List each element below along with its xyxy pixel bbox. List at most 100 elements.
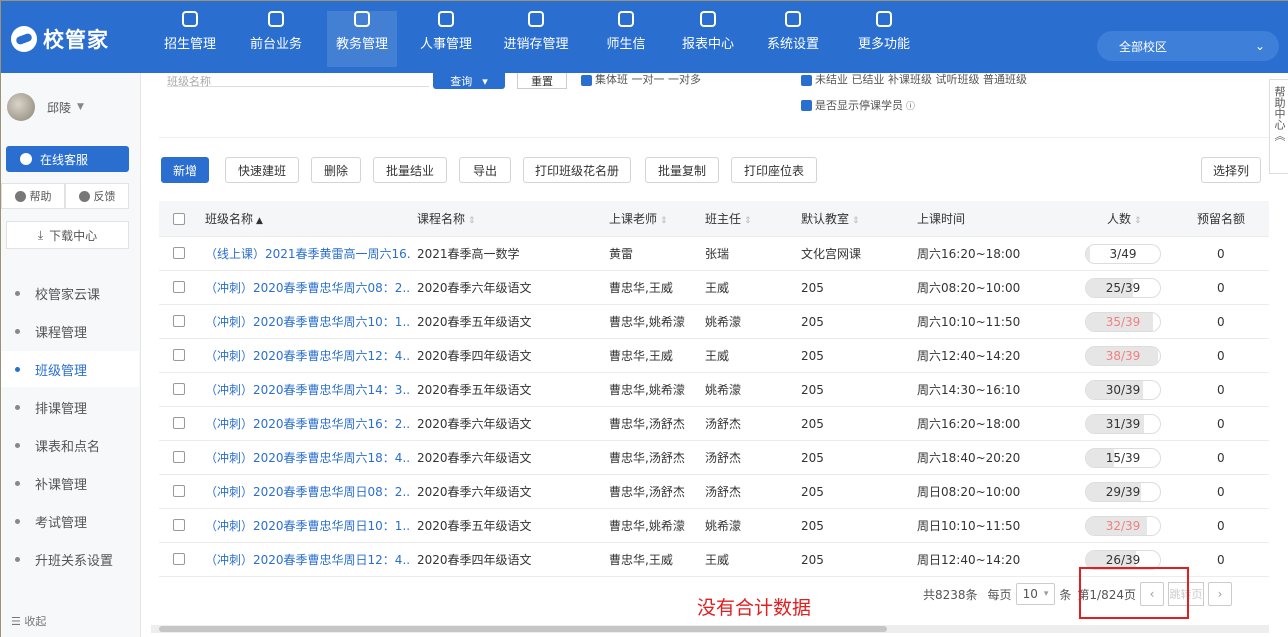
- row-checkbox[interactable]: [173, 315, 185, 327]
- row-checkbox[interactable]: [173, 485, 185, 497]
- print-seat-button[interactable]: 打印座位表: [731, 157, 817, 183]
- col-head-header[interactable]: 班主任 ⇕: [705, 210, 752, 227]
- table-row[interactable]: （冲刺）2020春季曹忠华周六08：2... 2020春季六年级语文 曹忠华,王威 王…: [159, 271, 1269, 305]
- nav-item-0[interactable]: 招生管理: [159, 11, 221, 67]
- class-name-link[interactable]: （冲刺）2020春季曹忠华周六16：2...: [205, 415, 410, 432]
- help-center-tab[interactable]: 帮助中心《: [1269, 79, 1288, 174]
- enrollment-pill: 35/39: [1085, 312, 1161, 332]
- add-button[interactable]: 新增: [161, 157, 209, 183]
- sidebar-item-6[interactable]: 考试管理: [1, 503, 139, 539]
- class-status-label: 未结业 已结业 补课班级 试听班级 普通班级: [815, 73, 1027, 86]
- collapse-label: 收起: [24, 615, 47, 628]
- query-button[interactable]: 查询 ▾: [433, 73, 505, 89]
- head-teacher: 王威: [705, 349, 730, 363]
- class-status-checkboxes[interactable]: 未结业 已结业 补课班级 试听班级 普通班级: [801, 71, 1027, 87]
- col-course-header[interactable]: 课程名称 ⇕: [417, 210, 476, 227]
- online-service-button[interactable]: 在线客服: [6, 146, 129, 172]
- sidebar-item-3[interactable]: 排课管理: [1, 389, 139, 425]
- col-name-header[interactable]: 班级名称 ▲: [205, 210, 263, 227]
- download-center-button[interactable]: ⤓ 下载中心: [6, 221, 129, 249]
- show-stopped-checkbox[interactable]: 是否显示停课学员 ⓘ: [801, 97, 915, 113]
- table-row[interactable]: （冲刺）2020春季曹忠华周日10：1... 2020春季五年级语文 曹忠华,姚希濛…: [159, 509, 1269, 543]
- help-button[interactable]: 帮助: [1, 183, 65, 209]
- export-button[interactable]: 导出: [459, 157, 511, 183]
- table-row[interactable]: （冲刺）2020春季曹忠华周六18：4... 2020春季六年级语文 曹忠华,汤舒杰…: [159, 441, 1269, 475]
- col-teacher-header[interactable]: 上课老师 ⇕: [609, 210, 668, 227]
- row-checkbox[interactable]: [173, 281, 185, 293]
- inventory-icon: [528, 11, 544, 27]
- row-checkbox[interactable]: [173, 519, 185, 531]
- sidebar-item-5[interactable]: 补课管理: [1, 465, 139, 501]
- bullet-icon: [15, 328, 20, 334]
- checkbox-icon: [801, 99, 812, 111]
- sidebar-item-1[interactable]: 课程管理: [1, 313, 139, 349]
- class-name-link[interactable]: （冲刺）2020春季曹忠华周日12：4...: [205, 551, 410, 568]
- table-row[interactable]: （冲刺）2020春季曹忠华周六10：1... 2020春季五年级语文 曹忠华,姚希濛…: [159, 305, 1269, 339]
- delete-button[interactable]: 删除: [311, 157, 361, 183]
- reset-button[interactable]: 重置: [517, 73, 567, 89]
- nav-item-6[interactable]: 报表中心: [673, 11, 743, 67]
- highlight-box: [1079, 567, 1189, 619]
- col-teacher-label: 上课老师: [609, 212, 658, 226]
- teacher-name: 曹忠华,汤舒杰: [609, 451, 685, 465]
- nav-item-2[interactable]: 教务管理: [327, 11, 397, 67]
- class-name-link[interactable]: （线上课）2021春季黄雷高一周六16...: [205, 245, 410, 262]
- nav-item-1[interactable]: 前台业务: [241, 11, 311, 67]
- nav-item-4[interactable]: 进销存管理: [495, 11, 577, 67]
- scrollbar-thumb[interactable]: [159, 626, 887, 632]
- search-input[interactable]: 班级名称: [167, 73, 429, 88]
- table-row[interactable]: （冲刺）2020春季曹忠华周六12：4... 2020春季四年级语文 曹忠华,王威 王…: [159, 339, 1269, 373]
- class-name-link[interactable]: （冲刺）2020春季曹忠华周日10：1...: [205, 517, 410, 534]
- sidebar-item-2[interactable]: 班级管理: [1, 351, 139, 387]
- class-name-link[interactable]: （冲刺）2020春季曹忠华周日08：2...: [205, 483, 410, 500]
- sidebar-item-4[interactable]: 课表和点名: [1, 427, 139, 463]
- page-size-select[interactable]: 10 ▾: [1015, 583, 1056, 605]
- class-time: 周六14:30~16:10: [917, 383, 1021, 397]
- collapse-button[interactable]: ☰ 收起: [11, 613, 46, 629]
- table-row[interactable]: （线上课）2021春季黄雷高一周六16... 2021春季高一数学 黄雷 张瑞 文化宫网…: [159, 237, 1269, 271]
- class-type-label: 集体班 一对一 一对多: [595, 73, 701, 86]
- class-time: 周六12:40~14:20: [917, 349, 1021, 363]
- enrollment-count: 32/39: [1105, 519, 1141, 533]
- row-checkbox[interactable]: [173, 451, 185, 463]
- class-name-link[interactable]: （冲刺）2020春季曹忠华周六10：1...: [205, 313, 410, 330]
- row-checkbox[interactable]: [173, 553, 185, 565]
- class-type-checkboxes[interactable]: 集体班 一对一 一对多: [581, 71, 701, 87]
- class-name-link[interactable]: （冲刺）2020春季曹忠华周六12：4...: [205, 347, 410, 364]
- table-row[interactable]: （冲刺）2020春季曹忠华周六14：3... 2020春季五年级语文 曹忠华,姚希濛…: [159, 373, 1269, 407]
- table-row[interactable]: （冲刺）2020春季曹忠华周日08：2... 2020春季六年级语文 曹忠华,汤舒杰…: [159, 475, 1269, 509]
- class-name-link[interactable]: （冲刺）2020春季曹忠华周六18：4...: [205, 449, 410, 466]
- col-time-header: 上课时间: [917, 212, 966, 226]
- print-roster-button[interactable]: 打印班级花名册: [523, 157, 631, 183]
- row-checkbox[interactable]: [173, 247, 185, 259]
- class-name-link[interactable]: （冲刺）2020春季曹忠华周六08：2...: [205, 279, 410, 296]
- nav-item-8[interactable]: 更多功能: [849, 11, 919, 67]
- horizontal-scrollbar[interactable]: [151, 625, 1269, 633]
- batch-copy-button[interactable]: 批量复制: [645, 157, 719, 183]
- select-all-checkbox[interactable]: [173, 213, 185, 225]
- col-count-header[interactable]: 人数 ⇕: [1107, 210, 1142, 227]
- teacher-name: 黄雷: [609, 247, 634, 261]
- campus-select[interactable]: 全部校区 ⌄: [1097, 31, 1279, 61]
- sidebar-item-7[interactable]: 升班关系设置: [1, 541, 139, 577]
- logo[interactable]: 校管家: [11, 25, 109, 53]
- nav-item-5[interactable]: 师生信: [601, 11, 651, 67]
- row-checkbox[interactable]: [173, 383, 185, 395]
- nav-item-3[interactable]: 人事管理: [413, 11, 479, 67]
- row-checkbox[interactable]: [173, 349, 185, 361]
- sidebar-item-0[interactable]: 校管家云课: [1, 275, 139, 311]
- feedback-button[interactable]: 反馈: [65, 183, 129, 209]
- col-room-header[interactable]: 默认教室 ⇕: [801, 210, 860, 227]
- quick-create-button[interactable]: 快速建班: [225, 157, 299, 183]
- help-feedback-row: 帮助 反馈: [1, 183, 129, 209]
- teacher-name: 曹忠华,王威: [609, 349, 673, 363]
- next-page-button[interactable]: ›: [1207, 582, 1232, 606]
- user-menu[interactable]: 邱陵 ▼: [7, 93, 84, 121]
- class-name-link[interactable]: （冲刺）2020春季曹忠华周六14：3...: [205, 381, 410, 398]
- table-row[interactable]: （冲刺）2020春季曹忠华周六16：2... 2020春季六年级语文 曹忠华,汤舒杰…: [159, 407, 1269, 441]
- nav-item-7[interactable]: 系统设置: [761, 11, 825, 67]
- choose-columns-button[interactable]: 选择列: [1201, 157, 1261, 183]
- row-checkbox[interactable]: [173, 417, 185, 429]
- more-icon: [876, 11, 892, 27]
- batch-finish-button[interactable]: 批量结业: [373, 157, 447, 183]
